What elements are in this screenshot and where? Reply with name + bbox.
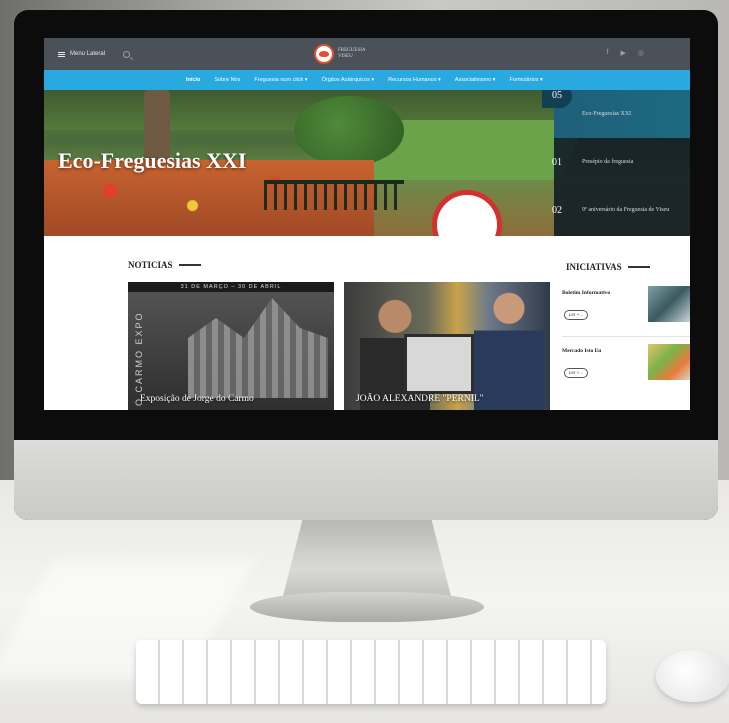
nav-item-associativismo[interactable]: Associativismo ▾ [455,77,496,83]
site-logo[interactable]: FREGUESIA VISEU [314,44,366,64]
nav-item-sobre-nos[interactable]: Sobre Nós [214,77,240,83]
nav-item-inicio[interactable]: Início [186,77,200,83]
slide-number: 01 [552,156,562,168]
iniciativas-heading: INICIATIVAS [566,262,650,272]
read-more-button[interactable]: Ler +... [564,368,588,378]
iniciativa-thumbnail[interactable] [648,286,690,322]
hero-image-bush [294,96,404,166]
news-heading: NOTICIAS [128,260,201,270]
menu-lateral-button[interactable]: Menu Lateral [58,51,105,57]
hero-image-bench [264,180,404,210]
logo-mark-icon [314,44,334,64]
youtube-icon[interactable]: ▶ [621,49,626,57]
card-image-building [188,298,328,398]
hero-slide-item[interactable]: 05 Eco-Freguesias XXI [542,90,690,138]
card-image-frame [404,334,474,394]
slide-label: Presépio da freguesia [582,159,634,165]
card-image-person [474,286,544,410]
heading-underline [627,266,650,268]
mouse [656,650,729,702]
monitor-stand-base [250,592,484,622]
divider [562,336,690,337]
heading-underline [178,264,201,266]
hero-slide-item[interactable]: 01 Presépio da freguesia [552,138,690,186]
news-card-title: Exposição de Jorge do Carmo [140,394,254,404]
iniciativa-item: Boletim Informativo Ler +... [562,284,690,334]
news-card[interactable]: JOÃO ALEXANDRE "PERNIL" [344,282,550,410]
slide-number: 02 [552,204,562,216]
hamburger-icon [58,51,65,57]
nav-item-orgaos-autarquicos[interactable]: Órgãos Autárquicos ▾ [322,77,375,83]
main-navigation: Início Sobre Nós Freguesia num click ▾ Ó… [44,70,690,90]
nav-item-freguesia-num-click[interactable]: Freguesia num click ▾ [254,77,307,83]
hero-title: Eco-Freguesias XXI [58,148,247,173]
nav-item-recursos-humanos[interactable]: Recursos Humanos ▾ [388,77,441,83]
hero-slide-list: 05 Eco-Freguesias XXI 01 Presépio da fre… [542,90,690,236]
slide-number: 05 [542,90,572,108]
read-more-button[interactable]: Ler +... [564,310,588,320]
logo-text: FREGUESIA VISEU [338,48,366,59]
slide-label: Eco-Freguesias XXI [582,111,632,117]
monitor-stand [282,520,452,600]
top-bar: Menu Lateral FREGUESIA VISEU f ▶ ◎ [44,38,690,70]
search-icon[interactable] [123,50,131,58]
website-screen: Menu Lateral FREGUESIA VISEU f ▶ ◎ Iníci… [44,38,690,410]
card-side-text: O CARMO EXPO [134,311,144,406]
instagram-icon[interactable]: ◎ [638,49,644,57]
iniciativas-panel: INICIATIVAS Boletim Informativo Ler +...… [556,260,690,410]
facebook-icon[interactable]: f [607,49,609,57]
menu-lateral-label: Menu Lateral [70,51,106,57]
social-links: f ▶ ◎ [607,49,644,57]
nav-item-formularios[interactable]: Formulários ▾ [509,77,542,83]
news-card-title: JOÃO ALEXANDRE "PERNIL" [356,394,484,404]
iniciativa-title[interactable]: Boletim Informativo [562,290,610,296]
slide-label: 9º aniversário da Freguesia de Viseu [582,207,670,213]
hero-slide-item[interactable]: 02 9º aniversário da Freguesia de Viseu [552,186,690,234]
news-card[interactable]: 31 DE MARÇO – 30 DE ABRIL O CARMO EXPO E… [128,282,334,410]
card-banner: 31 DE MARÇO – 30 DE ABRIL [128,282,334,292]
keyboard [136,640,606,704]
iniciativa-item: Mercado Isto Eu Ler +... [562,342,690,392]
iniciativa-thumbnail[interactable] [648,344,690,380]
monitor-chin [14,440,718,520]
iniciativa-title[interactable]: Mercado Isto Eu [562,348,601,354]
hero-image-sign [432,190,502,236]
hero-slider[interactable]: Eco-Freguesias XXI 05 Eco-Freguesias XXI… [44,90,690,236]
